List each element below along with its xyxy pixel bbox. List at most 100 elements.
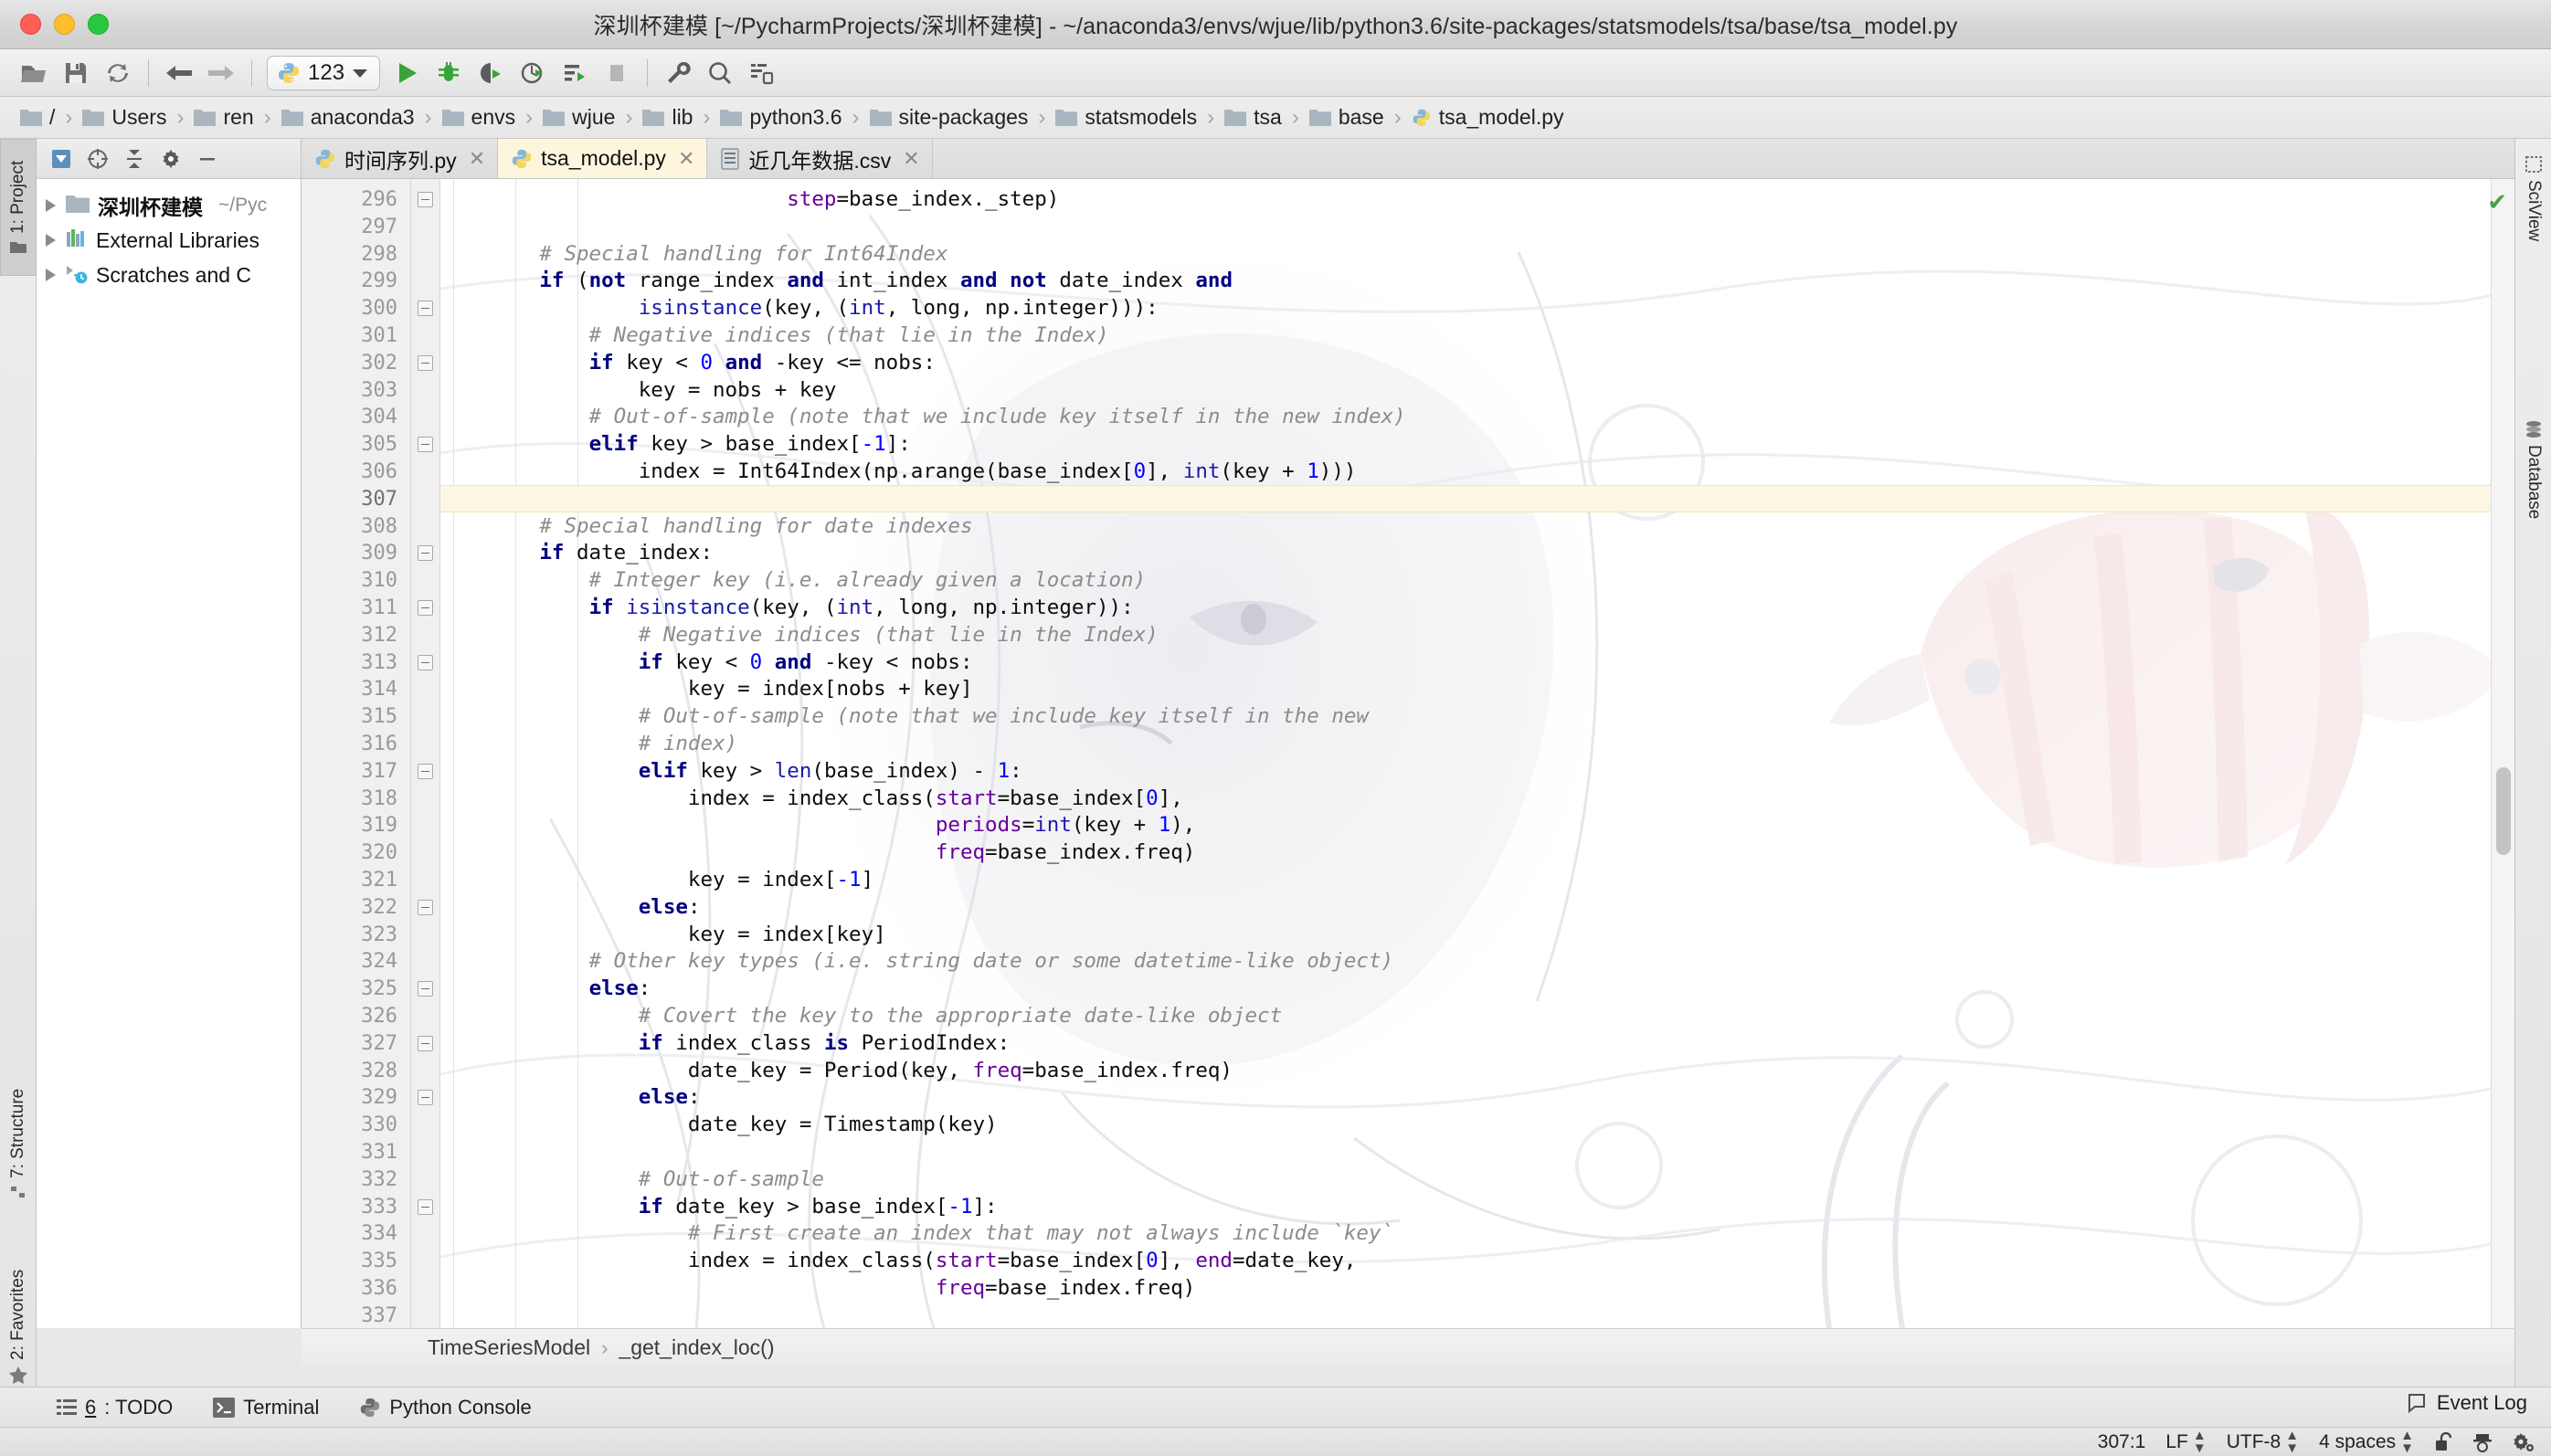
sidebar-item-sciview[interactable]: SciView — [2515, 148, 2551, 358]
code-line[interactable]: if index_class is PeriodIndex: — [440, 1030, 2514, 1058]
line-number[interactable]: 296 — [361, 186, 397, 214]
code-line[interactable]: # Other key types (i.e. string date or s… — [440, 948, 2514, 976]
line-number[interactable]: 331 — [361, 1139, 397, 1166]
event-log-button[interactable]: Event Log — [2406, 1391, 2527, 1415]
code-line[interactable]: # First create an index that may not alw… — [440, 1220, 2514, 1248]
line-number[interactable]: 297 — [361, 214, 397, 241]
arrow-left-icon[interactable] — [158, 53, 200, 93]
code-line[interactable]: key = index[key] — [440, 922, 2514, 949]
editor-tab[interactable]: tsa_model.py ✕ — [498, 139, 708, 178]
sidebar-item-structure[interactable]: 7: Structure — [0, 1057, 37, 1230]
caret-position[interactable]: 307:1 — [2098, 1431, 2146, 1453]
breadcrumb-item-ren[interactable]: ren — [194, 105, 254, 130]
line-number[interactable]: 304 — [361, 404, 397, 431]
fold-marker[interactable] — [418, 301, 433, 317]
arrow-right-icon[interactable] — [200, 53, 242, 93]
breadcrumb-item-lib[interactable]: lib — [642, 105, 693, 130]
line-number[interactable]: 299 — [361, 268, 397, 295]
bottom-item-python-console[interactable]: Python Console — [359, 1396, 532, 1419]
breadcrumb-item-python3.6[interactable]: python3.6 — [720, 105, 842, 130]
refresh-icon[interactable] — [97, 53, 139, 93]
tree-item[interactable]: External Libraries — [37, 223, 301, 258]
code-line[interactable]: # Out-of-sample — [440, 1166, 2514, 1194]
editor-tab[interactable]: 时间序列.py ✕ — [302, 139, 499, 178]
code-line[interactable]: # Negative indices (that lie in the Inde… — [440, 322, 2514, 350]
fold-marker[interactable] — [418, 981, 433, 997]
sidebar-item-project[interactable]: 1: Project — [0, 139, 37, 276]
code-line[interactable]: date_key = Timestamp(key) — [440, 1112, 2514, 1139]
line-number[interactable]: 330 — [361, 1112, 397, 1139]
datasource-icon[interactable] — [741, 53, 783, 93]
breadcrumb-method[interactable]: _get_index_loc() — [619, 1335, 774, 1360]
line-separator[interactable]: LF ▲ ▼ — [2165, 1429, 2206, 1455]
settings-gear-icon[interactable] — [153, 142, 188, 175]
line-number[interactable]: 325 — [361, 976, 397, 1003]
fold-marker[interactable] — [418, 600, 433, 616]
code-line[interactable]: # Special handling for date indexes — [440, 513, 2514, 541]
line-number[interactable]: 326 — [361, 1003, 397, 1030]
code-line[interactable]: key = nobs + key — [440, 377, 2514, 405]
fold-marker[interactable] — [418, 1198, 433, 1215]
close-icon[interactable]: ✕ — [678, 147, 694, 171]
code-line[interactable] — [440, 214, 2514, 241]
run-configuration-selector[interactable]: 123 — [267, 55, 381, 90]
code-line[interactable]: # Special handling for Int64Index — [440, 241, 2514, 269]
code-line[interactable]: if (not range_index and int_index and no… — [440, 268, 2514, 295]
code-line[interactable]: index = Int64Index(np.arange(base_index[… — [440, 459, 2514, 486]
breadcrumb-item-tsa_model.py[interactable]: tsa_model.py — [1412, 105, 1564, 130]
line-number[interactable]: 309 — [361, 540, 397, 567]
line-number[interactable]: 313 — [361, 649, 397, 677]
code-line[interactable]: index = index_class(start=base_index[0],… — [440, 1248, 2514, 1275]
fold-marker[interactable] — [418, 192, 433, 207]
bottom-item-terminal[interactable]: Terminal — [213, 1396, 319, 1419]
code-line[interactable]: # Covert the key to the appropriate date… — [440, 1003, 2514, 1030]
fold-marker[interactable] — [418, 1090, 433, 1106]
code-lines[interactable]: step=base_index._step) # Special handlin… — [440, 179, 2514, 1328]
line-number[interactable]: 307 — [361, 486, 397, 513]
code-line[interactable]: freq=base_index.freq) — [440, 1275, 2514, 1303]
breadcrumb-item-statsmodels[interactable]: statsmodels — [1055, 105, 1197, 130]
code-line[interactable]: # index) — [440, 731, 2514, 758]
profile-button[interactable] — [512, 53, 554, 93]
bottom-item-todo[interactable]: 6: TODO — [57, 1396, 173, 1419]
code-line[interactable] — [440, 1303, 2514, 1328]
code-line[interactable]: index = index_class(start=base_index[0], — [440, 786, 2514, 813]
fold-marker[interactable] — [418, 437, 433, 453]
line-number[interactable]: 320 — [361, 839, 397, 867]
line-number[interactable]: 336 — [361, 1275, 397, 1303]
code-line[interactable]: key = index[-1] — [440, 867, 2514, 894]
line-number[interactable]: 312 — [361, 622, 397, 649]
collapse-all-icon[interactable] — [117, 142, 152, 175]
line-number[interactable]: 318 — [361, 786, 397, 813]
code-line[interactable]: else: — [440, 1084, 2514, 1112]
code-line[interactable]: periods=int(key + 1), — [440, 812, 2514, 839]
fold-marker[interactable] — [418, 354, 433, 371]
line-number[interactable]: 334 — [361, 1220, 397, 1248]
line-number[interactable]: 327 — [361, 1030, 397, 1058]
line-number[interactable]: 324 — [361, 948, 397, 976]
code-line[interactable]: if date_index: — [440, 540, 2514, 567]
indent-setting[interactable]: 4 spaces ▲ ▼ — [2319, 1429, 2414, 1455]
code-line[interactable]: date_key = Period(key, freq=base_index.f… — [440, 1058, 2514, 1085]
code-line[interactable]: if date_key > base_index[-1]: — [440, 1194, 2514, 1221]
file-encoding[interactable]: UTF-8 ▲ ▼ — [2227, 1429, 2299, 1455]
breadcrumb-item-envs[interactable]: envs — [441, 105, 515, 130]
editor-marker-bar[interactable] — [2491, 179, 2514, 1328]
run-with-console-button[interactable] — [554, 53, 596, 93]
close-icon[interactable]: ✕ — [903, 147, 919, 171]
breadcrumb-item-base[interactable]: base — [1308, 105, 1384, 130]
folder-open-icon[interactable] — [13, 53, 55, 93]
code-line[interactable]: # Integer key (i.e. already given a loca… — [440, 567, 2514, 595]
line-number[interactable]: 308 — [361, 513, 397, 541]
line-number[interactable]: 328 — [361, 1058, 397, 1085]
run-button[interactable] — [386, 53, 428, 93]
inspector-hat-icon[interactable] — [2472, 1432, 2493, 1452]
line-number[interactable]: 335 — [361, 1248, 397, 1275]
select-opened-file-icon[interactable] — [44, 142, 79, 175]
line-number[interactable]: 316 — [361, 731, 397, 758]
line-number[interactable]: 310 — [361, 567, 397, 595]
line-number[interactable]: 317 — [361, 758, 397, 786]
line-number[interactable]: 322 — [361, 894, 397, 922]
line-number[interactable]: 333 — [361, 1194, 397, 1221]
breadcrumb-class[interactable]: TimeSeriesModel — [428, 1335, 590, 1360]
